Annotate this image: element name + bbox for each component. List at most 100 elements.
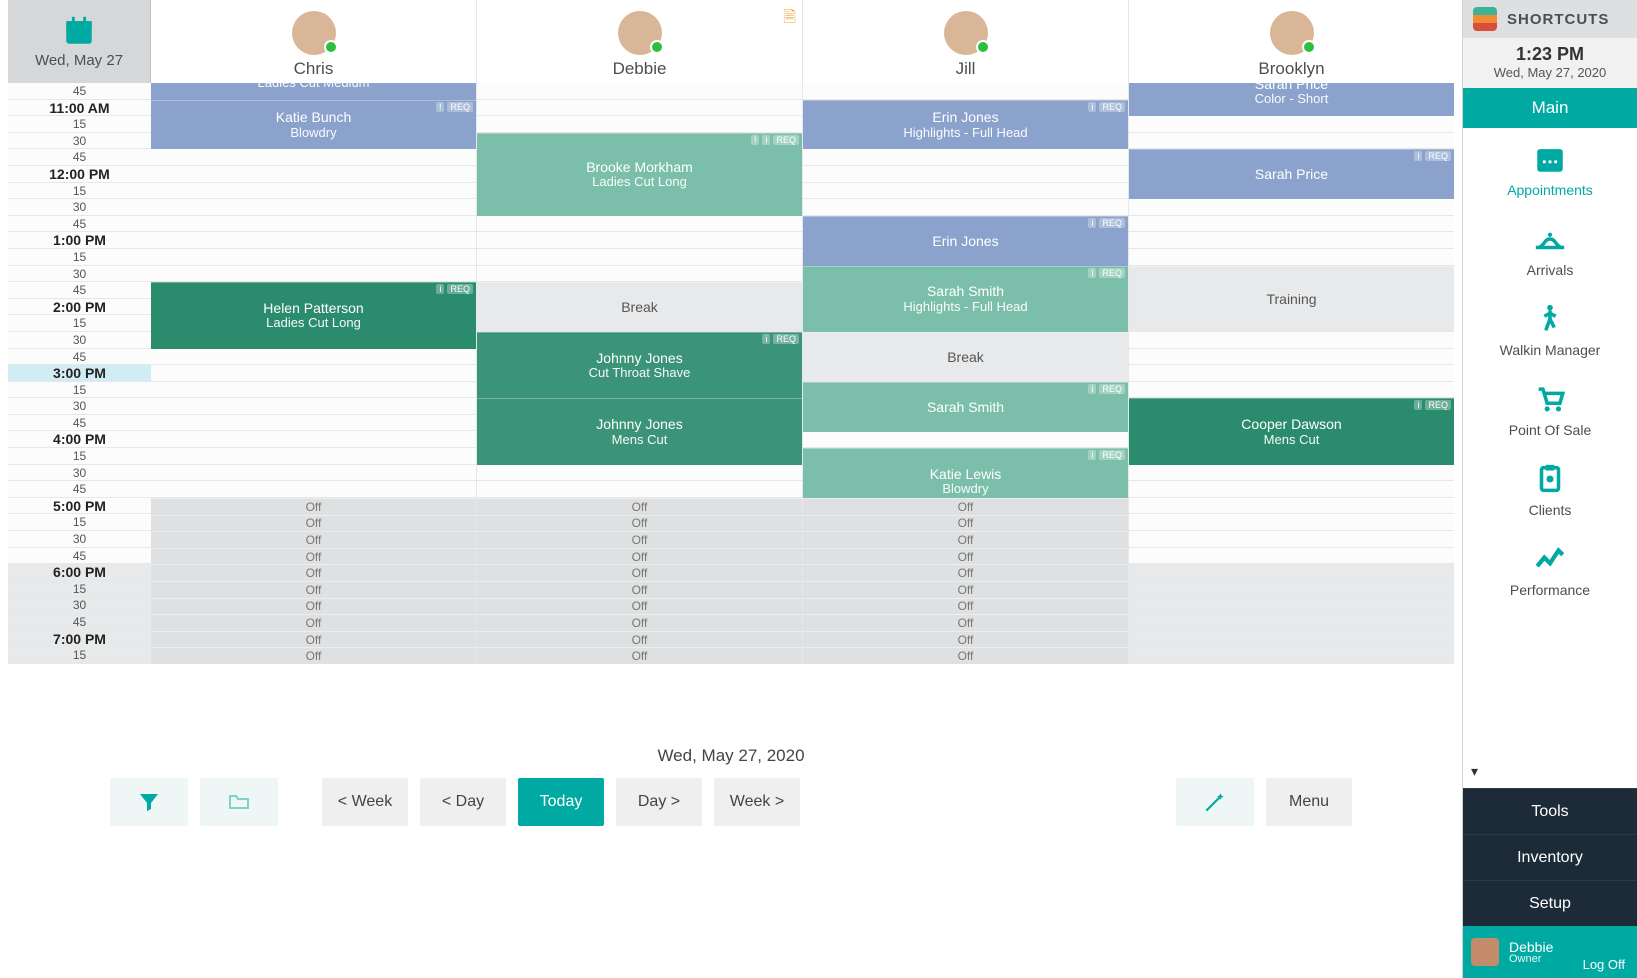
- grid-slot[interactable]: [151, 183, 476, 200]
- grid-slot[interactable]: [1129, 597, 1454, 614]
- grid-slot[interactable]: [151, 398, 476, 415]
- appointment[interactable]: iREQCooper DawsonMens Cut: [1129, 398, 1454, 464]
- grid-slot[interactable]: [1129, 349, 1454, 366]
- grid-slot[interactable]: [1129, 631, 1454, 648]
- grid-slot[interactable]: [477, 232, 802, 249]
- grid-slot[interactable]: [151, 382, 476, 399]
- nav-item-appointments[interactable]: Appointments: [1463, 128, 1637, 208]
- grid-slot[interactable]: [151, 266, 476, 283]
- folder-button[interactable]: [200, 778, 278, 826]
- next-week-button[interactable]: Week >: [714, 778, 800, 826]
- appointment[interactable]: Break: [803, 332, 1128, 382]
- grid-slot[interactable]: [1129, 647, 1454, 664]
- main-button[interactable]: Main: [1463, 88, 1637, 128]
- staff-column[interactable]: Sarah PriceColor - Short iREQSarah Price T…: [1129, 83, 1454, 664]
- grid-slot[interactable]: [151, 481, 476, 498]
- grid-slot[interactable]: [477, 481, 802, 498]
- appointment[interactable]: iREQSarah Price: [1129, 149, 1454, 199]
- grid-slot[interactable]: [803, 183, 1128, 200]
- appointment[interactable]: iREQSarah Smith: [803, 382, 1128, 432]
- grid-slot[interactable]: [151, 216, 476, 233]
- prev-day-button[interactable]: < Day: [420, 778, 506, 826]
- grid-slot[interactable]: [151, 166, 476, 183]
- nav-item-performance[interactable]: Performance: [1463, 528, 1637, 608]
- nav-item-clients[interactable]: Clients: [1463, 448, 1637, 528]
- grid-slot[interactable]: [1129, 232, 1454, 249]
- grid-slot[interactable]: [151, 465, 476, 482]
- grid-slot[interactable]: [477, 116, 802, 133]
- appointment[interactable]: iREQSarah SmithHighlights - Full Head: [803, 266, 1128, 332]
- grid-slot[interactable]: [151, 431, 476, 448]
- grid-slot[interactable]: [803, 431, 1128, 448]
- staff-column-header[interactable]: Jill: [803, 0, 1129, 83]
- wizard-button[interactable]: [1176, 778, 1254, 826]
- staff-column[interactable]: !iREQBrooke MorkhamLadies Cut Long Breaki…: [477, 83, 803, 664]
- nav-item-point-of-sale[interactable]: Point Of Sale: [1463, 368, 1637, 448]
- grid-slot[interactable]: [151, 448, 476, 465]
- grid-slot[interactable]: [1129, 498, 1454, 515]
- today-button[interactable]: Today: [518, 778, 604, 826]
- menu-button[interactable]: Menu: [1266, 778, 1352, 826]
- grid-slot[interactable]: [1129, 216, 1454, 233]
- prev-week-button[interactable]: < Week: [322, 778, 408, 826]
- dark-nav-inventory[interactable]: Inventory: [1463, 834, 1637, 880]
- grid-slot[interactable]: [1129, 365, 1454, 382]
- grid-slot[interactable]: [477, 216, 802, 233]
- staff-column[interactable]: Ladies Cut Medium!REQKatie BunchBlowdry i…: [151, 83, 477, 664]
- appointment[interactable]: Ladies Cut Medium: [151, 83, 476, 100]
- grid-slot[interactable]: [1129, 116, 1454, 133]
- grid-slot[interactable]: [1129, 564, 1454, 581]
- grid-slot[interactable]: [1129, 382, 1454, 399]
- logoff-link[interactable]: Log Off: [1583, 939, 1629, 972]
- appointment[interactable]: Training: [1129, 266, 1454, 332]
- appointment[interactable]: iREQHelen PattersonLadies Cut Long: [151, 282, 476, 348]
- grid-slot[interactable]: [1129, 249, 1454, 266]
- dark-nav-tools[interactable]: Tools: [1463, 788, 1637, 834]
- grid-slot[interactable]: [1129, 465, 1454, 482]
- grid-slot[interactable]: [1129, 614, 1454, 631]
- staff-column-header[interactable]: Brooklyn: [1129, 0, 1454, 83]
- staff-column[interactable]: iREQErin JonesHighlights - Full Head iREQ…: [803, 83, 1129, 664]
- grid-slot[interactable]: [151, 365, 476, 382]
- grid-slot[interactable]: [151, 232, 476, 249]
- grid-slot[interactable]: [477, 100, 802, 117]
- appointment[interactable]: iREQJohnny JonesCut Throat Shave: [477, 332, 802, 398]
- grid-slot[interactable]: [803, 166, 1128, 183]
- grid-slot[interactable]: [803, 83, 1128, 100]
- grid-slot[interactable]: [803, 199, 1128, 216]
- grid-slot[interactable]: [1129, 548, 1454, 565]
- grid-slot[interactable]: [1129, 133, 1454, 150]
- staff-column-header[interactable]: Debbie 🗎: [477, 0, 803, 83]
- grid-slot[interactable]: [151, 149, 476, 166]
- grid-slot[interactable]: [803, 149, 1128, 166]
- brand-header[interactable]: SHORTCUTS: [1463, 0, 1637, 38]
- appointment[interactable]: Break: [477, 282, 802, 332]
- grid-slot[interactable]: [1129, 531, 1454, 548]
- staff-column-header[interactable]: Chris: [151, 0, 477, 83]
- note-icon[interactable]: 🗎: [783, 6, 796, 33]
- appointment[interactable]: iREQErin Jones: [803, 216, 1128, 266]
- grid-slot[interactable]: [477, 465, 802, 482]
- appointment[interactable]: iREQErin JonesHighlights - Full Head: [803, 100, 1128, 150]
- appointment[interactable]: !iREQBrooke MorkhamLadies Cut Long: [477, 133, 802, 216]
- nav-item-arrivals[interactable]: Arrivals: [1463, 208, 1637, 288]
- chevron-down-icon[interactable]: ▾: [1471, 763, 1478, 780]
- filter-button[interactable]: [110, 778, 188, 826]
- grid-slot[interactable]: [151, 349, 476, 366]
- grid-slot[interactable]: [1129, 199, 1454, 216]
- grid-slot[interactable]: [477, 266, 802, 283]
- grid-slot[interactable]: [1129, 481, 1454, 498]
- grid-slot[interactable]: [1129, 514, 1454, 531]
- grid-slot[interactable]: [151, 415, 476, 432]
- user-panel[interactable]: Debbie Owner Log Off: [1463, 926, 1637, 978]
- grid-slot[interactable]: [151, 199, 476, 216]
- grid-slot[interactable]: [477, 249, 802, 266]
- next-day-button[interactable]: Day >: [616, 778, 702, 826]
- appointment[interactable]: Johnny JonesMens Cut: [477, 398, 802, 464]
- appointment[interactable]: Sarah PriceColor - Short: [1129, 83, 1454, 116]
- grid-slot[interactable]: [477, 83, 802, 100]
- appointment[interactable]: !REQKatie BunchBlowdry: [151, 100, 476, 150]
- date-selector[interactable]: Wed, May 27: [8, 0, 151, 83]
- grid-slot[interactable]: [1129, 581, 1454, 598]
- grid-slot[interactable]: [151, 249, 476, 266]
